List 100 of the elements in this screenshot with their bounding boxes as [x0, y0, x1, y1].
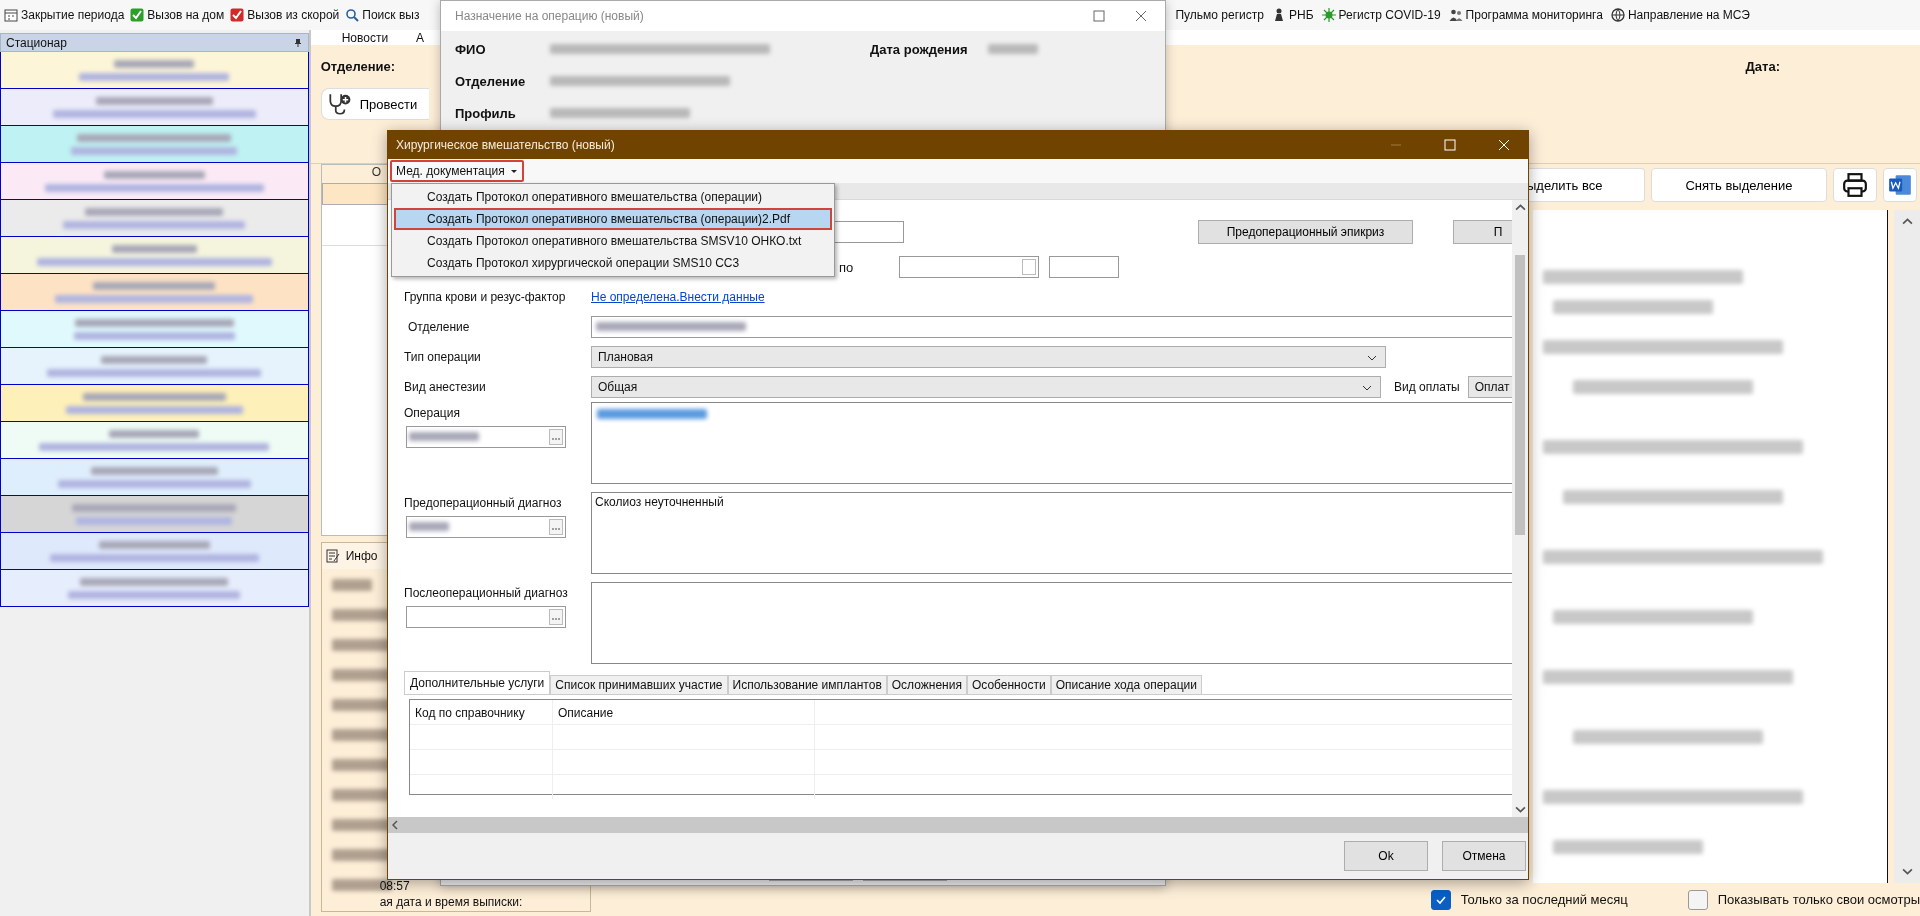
word-export-button[interactable]: [1883, 168, 1917, 202]
epicrisis-button[interactable]: Предоперационный эпикриз: [1198, 220, 1413, 244]
panel-title: Инфо: [345, 549, 378, 563]
blurred-text: [987, 44, 1038, 54]
field-label: Тип операции: [404, 350, 482, 364]
checkbox[interactable]: [1687, 889, 1708, 910]
form-button[interactable]: П: [1453, 220, 1512, 244]
toolbar-item[interactable]: Поиск выз: [345, 8, 420, 22]
menu-item[interactable]: Создать Протокол оперативного вмешательства (операции): [394, 186, 832, 208]
text-area[interactable]: [591, 402, 1512, 484]
blurred-text: [409, 522, 449, 531]
note-icon: [325, 549, 340, 563]
document-icon: [1887, 172, 1913, 198]
calendar-icon: [4, 8, 18, 22]
virus-icon: [1321, 8, 1336, 22]
text-area[interactable]: [591, 582, 1512, 664]
toolbar-item[interactable]: Пульмо регистр: [1175, 8, 1264, 22]
printer-icon: [1842, 172, 1868, 198]
chevron-left-icon[interactable]: [392, 820, 398, 830]
anesthesia-select[interactable]: Общая: [591, 376, 1381, 398]
patient-row[interactable]: [0, 533, 309, 570]
chevron-down-icon: [1367, 355, 1377, 361]
menu-item[interactable]: Создать Протокол хирургической операции SMS10 СС3: [394, 252, 832, 274]
tab[interactable]: Осложнения: [886, 675, 967, 694]
cancel-button[interactable]: Отмена: [1442, 841, 1526, 871]
search-icon: [345, 8, 360, 22]
payment-select[interactable]: Оплат: [1467, 376, 1512, 398]
scrollbar[interactable]: [1894, 210, 1920, 883]
ok-button[interactable]: Ok: [1344, 841, 1428, 871]
field-label: Послеоперационный диагноз: [404, 586, 569, 600]
operation-type-select[interactable]: Плановая: [591, 346, 1386, 368]
tab[interactable]: Использование имплантов: [727, 675, 887, 694]
code-field[interactable]: [406, 516, 566, 538]
chevron-down-icon[interactable]: [1514, 806, 1526, 813]
date-label: Дата:: [1745, 59, 1780, 74]
menu-button[interactable]: Мед. документация: [390, 160, 524, 182]
column-header: Код по справочнику: [410, 700, 553, 724]
patient-row[interactable]: [0, 459, 309, 496]
field-label: ФИО: [455, 41, 487, 57]
toolbar-item[interactable]: Закрытие периода: [4, 8, 125, 22]
people-icon: [1448, 8, 1463, 22]
toolbar-item[interactable]: Вызов на дом: [130, 8, 225, 22]
field-label: Операция: [404, 406, 461, 420]
patient-row[interactable]: [0, 311, 309, 348]
maximize-icon[interactable]: [1093, 10, 1105, 22]
patient-row[interactable]: [0, 570, 309, 607]
toolbar-item[interactable]: РНБ: [1271, 8, 1314, 22]
text-area[interactable]: Сколиоз неуточненный: [591, 492, 1512, 574]
window-title: Назначение на операцию (новый): [455, 9, 644, 23]
toolbar-item[interactable]: Программа мониторинга: [1448, 8, 1603, 22]
checkbox-icon: [230, 8, 245, 22]
date-field[interactable]: [899, 256, 1039, 278]
checkbox[interactable]: [1430, 889, 1451, 910]
panel-title: Стационар: [6, 35, 67, 50]
menu-item[interactable]: Создать Протокол оперативного вмешательства SMSV10 ОНКО.txt: [394, 230, 832, 252]
blurred-text: [331, 579, 372, 591]
field-label: Предоперационный диагноз: [404, 496, 563, 510]
print-button[interactable]: [1833, 168, 1877, 202]
tab[interactable]: А: [416, 30, 425, 45]
discharge-time: 08:57: [379, 879, 411, 893]
tab[interactable]: Дополнительные услуги: [404, 671, 551, 694]
field-label: Профиль: [455, 105, 517, 121]
toolbar-item[interactable]: Вызов из скорой: [230, 8, 340, 22]
chevron-up-icon[interactable]: [1514, 204, 1526, 211]
patient-row[interactable]: [0, 348, 309, 385]
checkbox-label: Показывать только свои осмотры: [1717, 892, 1920, 907]
department-field[interactable]: [591, 316, 1512, 338]
close-icon[interactable]: [1135, 10, 1147, 22]
tab[interactable]: Список принимавших участие: [550, 675, 728, 694]
blood-group-link[interactable]: Не определена.Внести данные: [591, 290, 765, 304]
patient-row[interactable]: [0, 52, 309, 89]
menu-item[interactable]: Создать Протокол оперативного вмешательства (операции)2.Pdf: [394, 208, 832, 230]
patient-row[interactable]: [0, 422, 309, 459]
scrollbar[interactable]: [1512, 200, 1528, 817]
patient-row[interactable]: [0, 237, 309, 274]
patient-row[interactable]: [0, 163, 309, 200]
patient-row[interactable]: [0, 89, 309, 126]
code-field[interactable]: [406, 606, 566, 628]
patient-row[interactable]: [0, 274, 309, 311]
patient-row[interactable]: [0, 200, 309, 237]
tab[interactable]: Особенности: [966, 675, 1051, 694]
code-field[interactable]: [406, 426, 566, 448]
deselect-button[interactable]: Снять выделение: [1651, 168, 1827, 202]
tab[interactable]: Новости: [341, 30, 389, 45]
patient-row[interactable]: [0, 126, 309, 163]
examination-button[interactable]: Провести: [320, 88, 429, 120]
toolbar-item[interactable]: Регистр COVID-19: [1321, 8, 1441, 22]
column-header: О: [371, 165, 381, 179]
pin-icon[interactable]: [292, 37, 303, 48]
time-field[interactable]: [1049, 256, 1119, 278]
scrollbar[interactable]: [388, 817, 1528, 833]
patient-row[interactable]: [0, 385, 309, 422]
tab[interactable]: Описание хода операции: [1050, 675, 1202, 694]
ellipsis-icon: [551, 617, 561, 621]
chevron-up-icon[interactable]: [1901, 218, 1913, 225]
patient-row[interactable]: [0, 496, 309, 533]
toolbar-item[interactable]: Направление на МСЭ: [1610, 8, 1750, 22]
chevron-down-icon[interactable]: [1901, 868, 1913, 875]
field-label: Вид оплаты: [1394, 380, 1460, 394]
discharge-label: ая дата и время выписки:: [379, 895, 523, 909]
